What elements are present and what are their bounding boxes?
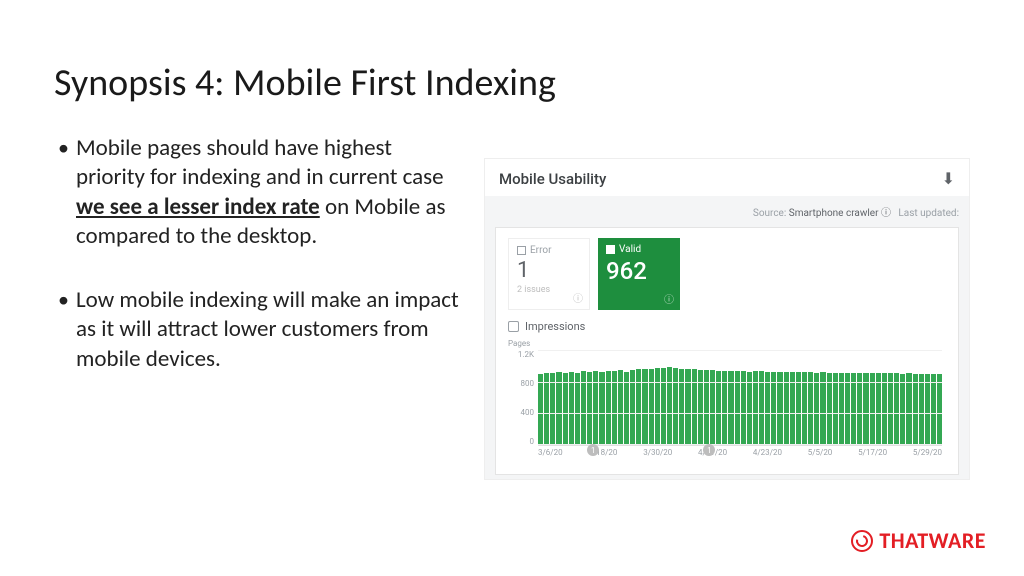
chart-bar [587,372,592,445]
brand-name: THATWARE [879,527,986,554]
pages-chart: 1.2K8004000 3/6/203/18/203/30/204/11/204… [508,350,946,468]
chart-bar [845,373,850,445]
valid-label: Valid [619,244,641,255]
chart-bar [851,373,856,445]
chart-bar [544,373,549,445]
error-sub: 2 issues [517,285,581,295]
chart-bar [925,374,930,445]
chart-bar [667,367,672,445]
chart-bar [685,369,690,445]
chart-bar [796,372,801,445]
info-icon[interactable]: ⓘ [881,208,891,219]
chart-bar [870,373,875,445]
chart-bar [937,374,942,445]
checkbox-checked-icon [606,245,615,254]
impressions-label: Impressions [525,320,585,333]
chart-bar [876,373,881,445]
chart-bar [900,374,905,445]
checkbox-icon [517,246,526,255]
last-updated-label: Last updated: [898,208,959,219]
chart-marker: 1 [587,444,599,456]
chart-bar [894,373,899,445]
chart-bar [906,373,911,445]
slide-title: Synopsis 4: Mobile First Indexing [54,60,970,106]
chart-bar [784,372,789,445]
chart-bar [569,372,574,445]
chart-bar [827,373,832,445]
chart-bar [550,373,555,445]
error-stat-box[interactable]: Error 1 2 issues ⓘ [508,238,590,310]
chart-bar [673,368,678,445]
info-icon[interactable]: ⓘ [573,290,583,305]
chart-card: Error 1 2 issues ⓘ Valid 962 ⓘ [495,227,959,475]
chart-bar [624,372,629,445]
chart-bar [931,374,936,445]
valid-count: 962 [606,257,672,285]
chart-bar [814,373,819,445]
chart-bar [679,369,684,445]
bullet-1: Mobile pages should have highest priorit… [54,134,464,252]
chart-bar [820,372,825,445]
chart-bar [919,374,924,445]
error-label: Error [530,245,551,256]
brand-footer: THATWARE [851,527,986,554]
chart-bar [599,372,604,445]
chart-bar [857,373,862,445]
panel-title: Mobile Usability [499,170,606,188]
source-label: Source: [753,208,786,219]
chart-bar [882,373,887,445]
chart-bar [802,372,807,445]
bullet-1-text-a: Mobile pages should have highest priorit… [76,134,444,191]
chart-bar [808,372,813,445]
bullet-list: Mobile pages should have highest priorit… [54,134,464,480]
valid-stat-box[interactable]: Valid 962 ⓘ [598,238,680,310]
panel-meta: Source: Smartphone crawler ⓘ Last update… [495,204,959,219]
chart-bar [765,372,770,445]
mobile-usability-panel: Mobile Usability ⬇ Source: Smartphone cr… [484,158,970,480]
thatware-logo-icon [851,530,873,552]
chart-bar [538,374,543,445]
chart-marker: 1 [703,444,715,456]
chart-bar [575,373,580,445]
chart-bar [556,372,561,445]
chart-bar [913,374,918,445]
chart-bar [655,368,660,445]
chart-bar [790,372,795,445]
chart-bar [563,373,568,445]
chart-bar [661,368,666,445]
chart-bar [777,372,782,445]
y-axis-labels: 1.2K8004000 [508,350,534,446]
download-icon[interactable]: ⬇ [942,169,955,188]
checkbox-icon [508,321,519,332]
impressions-toggle[interactable]: Impressions [508,320,946,333]
chart-bar [839,373,844,445]
bullet-1-emphasis: we see a lesser index rate [76,193,320,221]
source-value: Smartphone crawler [789,208,879,219]
chart-y-title: Pages [508,339,946,348]
chart-bar [888,373,893,445]
chart-bar [863,373,868,445]
info-icon[interactable]: ⓘ [664,291,674,306]
chart-bar [642,369,647,445]
bullet-2: Low mobile indexing will make an impact … [54,286,464,374]
chart-bar [649,369,654,445]
chart-bar [833,373,838,445]
error-count: 1 [517,258,581,283]
chart-bars [538,350,942,446]
